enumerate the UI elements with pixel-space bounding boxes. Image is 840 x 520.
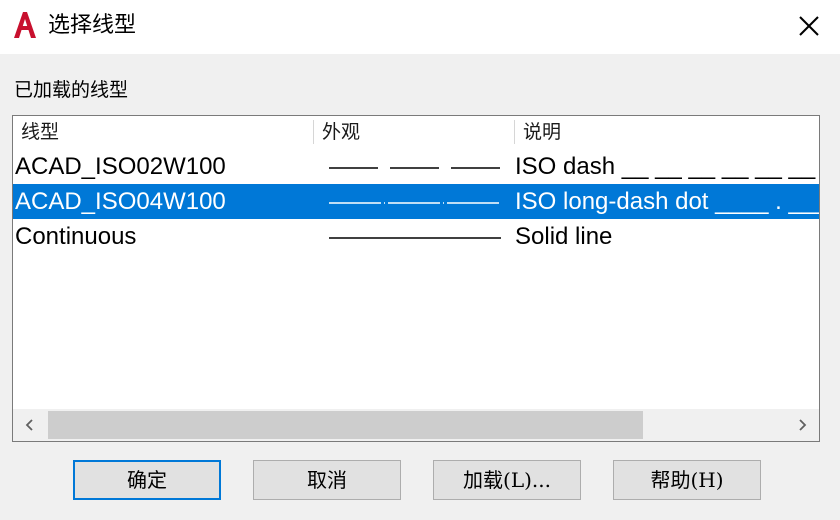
autocad-logo-icon [14,12,36,38]
table-row[interactable]: Continuous Solid line [13,219,819,254]
linetype-list[interactable]: 线型 外观 说明 ACAD_ISO02W100 ISO dash __ __ _… [12,115,820,442]
ok-button[interactable]: 确定 [73,460,221,500]
help-button[interactable]: 帮助(H) [613,460,761,500]
linetype-name: ACAD_ISO02W100 [15,153,226,180]
loaded-linetypes-label: 已加载的线型 [14,79,129,101]
close-button[interactable] [786,6,832,46]
cancel-button[interactable]: 取消 [253,460,401,500]
scroll-right-button[interactable] [785,409,819,441]
scroll-left-button[interactable] [13,409,47,441]
chevron-right-icon [799,419,807,431]
table-row[interactable]: ACAD_ISO04W100 ISO long-dash dot ____ . … [13,184,819,219]
linetype-description: ISO long-dash dot ____ . ____ [515,188,819,215]
linetype-name: Continuous [15,223,137,250]
linetype-preview [329,167,501,169]
linetype-preview [329,202,501,204]
scroll-thumb[interactable] [48,411,643,439]
close-icon [799,16,819,36]
title-bar: 选择线型 [0,0,840,54]
linetype-name: ACAD_ISO04W100 [15,188,226,215]
linetype-preview [329,237,501,239]
linetype-description: Solid line [515,223,613,250]
list-header: 线型 外观 说明 [13,116,819,148]
load-button[interactable]: 加载(L)... [433,460,581,500]
table-row[interactable]: ACAD_ISO02W100 ISO dash __ __ __ __ __ _… [13,149,819,184]
window-title: 选择线型 [48,13,137,38]
column-header-appearance[interactable]: 外观 [314,116,514,148]
chevron-left-icon [25,419,33,431]
column-header-linetype[interactable]: 线型 [13,116,313,148]
linetype-description: ISO dash __ __ __ __ __ __ __ __ [515,153,819,180]
horizontal-scrollbar[interactable] [13,409,819,441]
column-header-description[interactable]: 说明 [515,116,819,148]
